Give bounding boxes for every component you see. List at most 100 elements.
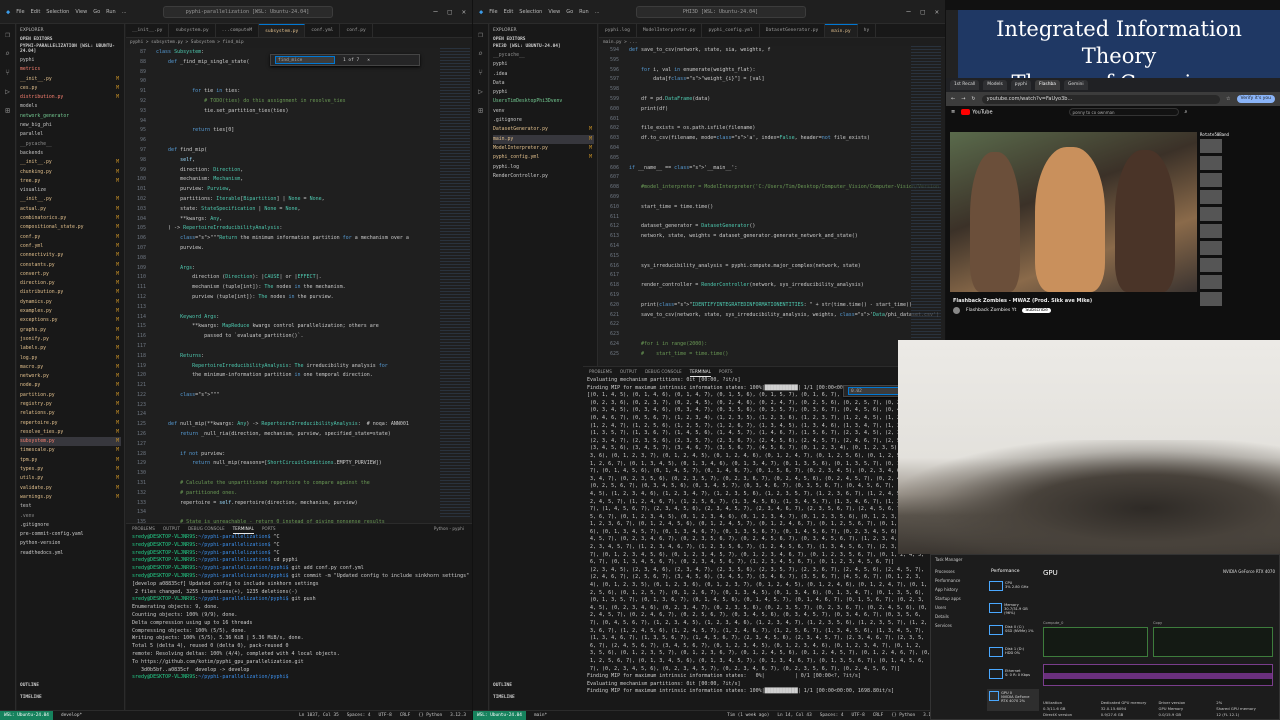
- bookmark-star-icon[interactable]: ☆: [1226, 96, 1230, 102]
- task-manager-nav-item[interactable]: Performance: [935, 578, 979, 587]
- menu-edit[interactable]: Edit: [504, 9, 514, 15]
- tree-item[interactable]: __init__.py M: [20, 75, 121, 84]
- recommended-video[interactable]: [1200, 224, 1270, 240]
- terminal-profile-label[interactable]: Python - pyphi: [434, 524, 472, 534]
- breadcrumb[interactable]: pyphi > subsystem.py > Subsystem > find_…: [130, 38, 244, 47]
- browser-tab[interactable]: Models: [983, 80, 1007, 90]
- command-center-search[interactable]: PHI3D [WSL: Ubuntu-24.04]: [635, 5, 806, 18]
- timeline-section[interactable]: TIMELINE: [20, 695, 42, 700]
- tree-item[interactable]: .venv: [20, 512, 121, 521]
- browser-tab[interactable]: 1st Recall: [950, 80, 980, 90]
- recommended-video[interactable]: [1200, 292, 1270, 308]
- minimap[interactable]: [440, 48, 470, 518]
- search-icon[interactable]: ⌕: [478, 49, 483, 58]
- tree-item[interactable]: pyphi.log: [493, 163, 594, 172]
- tree-item[interactable]: types.py M: [20, 465, 121, 474]
- tree-item[interactable]: conf.py M: [20, 233, 121, 242]
- workspace-section[interactable]: PYPHI-PARALLELIZATION [WSL: UBUNTU-24.04…: [20, 44, 121, 54]
- panel-tab[interactable]: DEBUG CONSOLE: [188, 524, 225, 534]
- tree-item[interactable]: Data: [493, 79, 594, 88]
- editor-tab[interactable]: conf.yml: [305, 24, 341, 37]
- tree-item[interactable]: visualize: [20, 186, 121, 195]
- menu-file[interactable]: File: [16, 9, 24, 15]
- tree-item[interactable]: distribution.py M: [20, 93, 121, 102]
- find-input[interactable]: find_mice: [275, 56, 335, 64]
- explorer-icon[interactable]: ❐: [478, 30, 483, 39]
- profile-button[interactable]: Verify it's you: [1236, 95, 1275, 103]
- recommended-video[interactable]: [1200, 275, 1270, 291]
- tree-item[interactable]: compositional_state.py M: [20, 223, 121, 232]
- status-item[interactable]: 3.12.3: [450, 713, 466, 718]
- command-center-search[interactable]: pyphi-parallelization [WSL: Ubuntu-24.04…: [162, 5, 333, 18]
- recommended-video[interactable]: [1200, 241, 1270, 257]
- device-item[interactable]: CPU 3% 2.80 GHz: [987, 579, 1039, 601]
- tree-item[interactable]: new_big_phi: [20, 121, 121, 130]
- device-item[interactable]: Memory 30.7/31.9 GB (96%): [987, 601, 1039, 623]
- tree-item[interactable]: pre-commit-config.yaml: [20, 530, 121, 539]
- editor-tab[interactable]: DatasetGenerator.py: [760, 24, 826, 37]
- tree-item[interactable]: exceptions.py M: [20, 316, 121, 325]
- tree-item[interactable]: timescale.py M: [20, 446, 121, 455]
- editor-tab[interactable]: ModelInterpreter.py: [637, 24, 703, 37]
- menu-file[interactable]: File: [489, 9, 497, 15]
- editor-tab[interactable]: subsystem.py: [169, 24, 216, 37]
- tree-item[interactable]: readthedocs.yml: [20, 549, 121, 558]
- tree-item[interactable]: ModelInterpreter.py M: [493, 144, 594, 153]
- branch-indicator[interactable]: main*: [534, 713, 547, 718]
- menu-selection[interactable]: Selection: [46, 9, 69, 15]
- source-control-icon[interactable]: ⑂: [478, 68, 483, 77]
- panel-tab[interactable]: DEBUG CONSOLE: [645, 367, 682, 377]
- video-player[interactable]: [950, 132, 1197, 292]
- panel-tab[interactable]: TERMINAL: [232, 524, 254, 534]
- tree-item[interactable]: .gitignore: [493, 116, 594, 125]
- task-manager-nav-item[interactable]: Details: [935, 614, 979, 623]
- device-item[interactable]: Disk 0 (C:) SSD (NVMe) 1%: [987, 623, 1039, 645]
- minimize-icon[interactable]: ─: [433, 8, 437, 16]
- reload-icon[interactable]: ↻: [971, 96, 975, 102]
- branch-indicator[interactable]: develop*: [61, 713, 82, 718]
- address-bar[interactable]: youtube.com/watch?v=FaUyo3b...: [981, 94, 1221, 104]
- workspace-section[interactable]: PHI3D [WSL: UBUNTU-24.04]: [493, 44, 594, 49]
- browser-tab[interactable]: Gemini: [1063, 80, 1088, 90]
- extensions-icon[interactable]: ⊞: [478, 106, 483, 115]
- browser-tab[interactable]: pyphi: [1010, 80, 1031, 90]
- panel-tab[interactable]: OUTPUT: [620, 367, 637, 377]
- tree-item[interactable]: pyphi: [20, 56, 121, 65]
- menu-more[interactable]: ...: [122, 9, 127, 15]
- tree-item[interactable]: direction.py M: [20, 279, 121, 288]
- panel-tab[interactable]: PROBLEMS: [589, 367, 612, 377]
- menu-edit[interactable]: Edit: [31, 9, 41, 15]
- tree-item[interactable]: models: [20, 102, 121, 111]
- menu-selection[interactable]: Selection: [519, 9, 542, 15]
- tree-item[interactable]: partition.py M: [20, 391, 121, 400]
- search-icon[interactable]: ⌕: [5, 49, 10, 58]
- tree-item[interactable]: __init__.py M: [20, 195, 121, 204]
- run-debug-icon[interactable]: ▷: [478, 87, 483, 96]
- tree-item[interactable]: graphs.py M: [20, 326, 121, 335]
- extensions-icon[interactable]: ⊞: [5, 106, 10, 115]
- panel-tab[interactable]: PORTS: [719, 367, 733, 377]
- tree-item[interactable]: actual.py M: [20, 205, 121, 214]
- close-icon[interactable]: ✕: [462, 8, 466, 16]
- status-item[interactable]: {} Python: [891, 713, 915, 718]
- code-editor[interactable]: 87 class Subsystem: 88 def _find_mip_singl…: [126, 48, 472, 535]
- panel-tab[interactable]: PORTS: [262, 524, 276, 534]
- remote-indicator[interactable]: WSL: Ubuntu-24.04: [0, 710, 53, 720]
- outline-section[interactable]: OUTLINE: [493, 683, 512, 688]
- tree-item[interactable]: metrics: [20, 65, 121, 74]
- tree-item[interactable]: labels.py M: [20, 344, 121, 353]
- tree-item[interactable]: backends: [20, 149, 121, 158]
- recommended-video[interactable]: [1200, 207, 1270, 223]
- device-item[interactable]: Disk 1 (D:) HDD 0%: [987, 645, 1039, 667]
- tree-item[interactable]: connectivity.py M: [20, 251, 121, 260]
- tree-item[interactable]: tree.py M: [20, 177, 121, 186]
- tree-item[interactable]: RenderController.py: [493, 172, 594, 181]
- minimap[interactable]: [911, 46, 941, 362]
- tree-item[interactable]: jsonify.py M: [20, 335, 121, 344]
- tree-item[interactable]: log.py M: [20, 354, 121, 363]
- maximize-icon[interactable]: □: [921, 8, 925, 16]
- menu-run[interactable]: Run: [106, 9, 116, 15]
- tree-item[interactable]: ces.py M: [20, 84, 121, 93]
- tree-item[interactable]: pyphi: [493, 60, 594, 69]
- task-manager-nav-item[interactable]: Startup apps: [935, 596, 979, 605]
